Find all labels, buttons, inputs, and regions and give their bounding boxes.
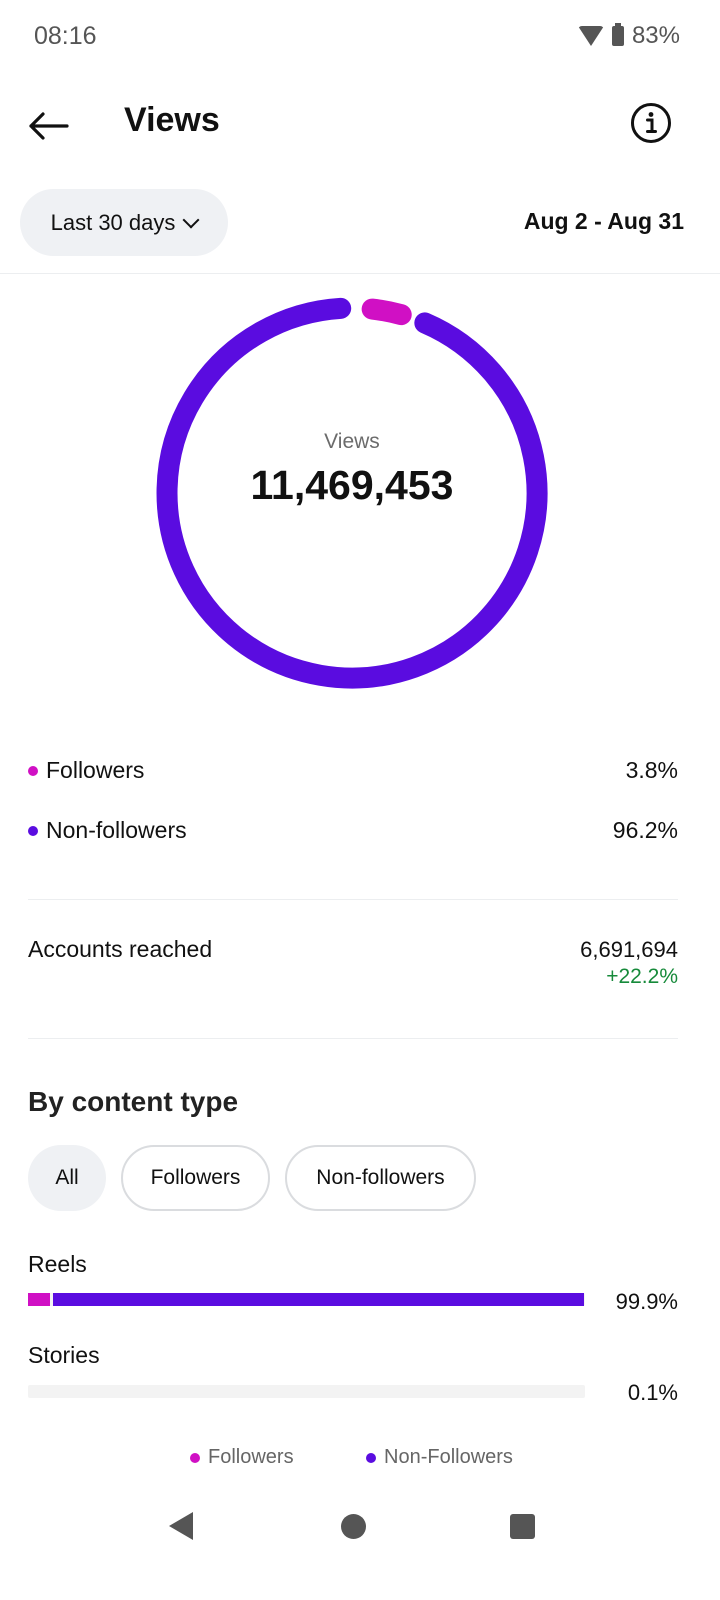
tab-non-followers[interactable]: Non-followers: [285, 1145, 476, 1211]
accounts-reached-value: 6,691,694: [580, 937, 678, 962]
followers-dot-icon: [190, 1452, 200, 1463]
accounts-reached-change: +22.2%: [606, 965, 678, 988]
legend-followers: Followers: [190, 1446, 294, 1469]
legend-label: Followers: [46, 757, 145, 783]
info-button[interactable]: [630, 102, 672, 144]
back-arrow-icon: [29, 112, 69, 140]
legend-row-followers: Followers 3.8%: [28, 757, 678, 784]
divider: [28, 1038, 678, 1039]
back-button[interactable]: [24, 102, 72, 150]
divider: [0, 273, 720, 274]
tab-all[interactable]: All: [28, 1145, 106, 1211]
accounts-reached-label: Accounts reached: [28, 936, 213, 962]
date-range-text: Aug 2 - Aug 31: [523, 208, 684, 234]
page-title: Views: [124, 101, 220, 139]
legend-label: Non-followers: [46, 817, 187, 843]
legend-label: Followers: [208, 1446, 294, 1468]
nav-home-icon[interactable]: [341, 1514, 366, 1539]
bar-value-stories: 0.1%: [627, 1380, 678, 1405]
bar-label-reels: Reels: [28, 1251, 87, 1277]
legend-label: Non-Followers: [384, 1446, 513, 1468]
non-followers-dot-icon: [366, 1452, 376, 1463]
nav-recents-icon[interactable]: [510, 1514, 535, 1539]
battery-level: 83%: [631, 22, 680, 49]
donut-center-label: Views: [324, 430, 380, 453]
legend-non-followers: Non-Followers: [366, 1446, 513, 1469]
legend-value: 96.2%: [612, 817, 678, 843]
status-time: 08:16: [34, 22, 97, 50]
tab-followers[interactable]: Followers: [121, 1145, 270, 1211]
date-range-dropdown-label: Last 30 days: [50, 209, 176, 235]
bar-segment-followers: [28, 1293, 50, 1306]
section-title: By content type: [28, 1086, 239, 1117]
info-icon: [631, 103, 671, 143]
bar-label-stories: Stories: [28, 1342, 100, 1368]
wifi-icon: [577, 26, 604, 46]
legend-row-non-followers: Non-followers 96.2%: [28, 817, 678, 844]
donut-segment-followers: [361, 298, 412, 326]
bar-reels: [28, 1293, 585, 1306]
battery-icon: [611, 23, 624, 46]
followers-dot-icon: [28, 765, 38, 776]
chevron-down-icon: [182, 211, 200, 228]
bar-stories: [28, 1385, 585, 1398]
nav-back-icon[interactable]: [169, 1512, 193, 1540]
status-icons: 83%: [577, 22, 680, 50]
donut-center-value: 11,469,453: [250, 462, 454, 508]
non-followers-dot-icon: [28, 825, 38, 836]
bar-value-reels: 99.9%: [615, 1289, 678, 1314]
legend-value: 3.8%: [625, 757, 678, 783]
divider: [28, 899, 678, 900]
bar-segment-non-followers: [53, 1293, 584, 1306]
date-range-dropdown[interactable]: Last 30 days: [20, 189, 228, 256]
